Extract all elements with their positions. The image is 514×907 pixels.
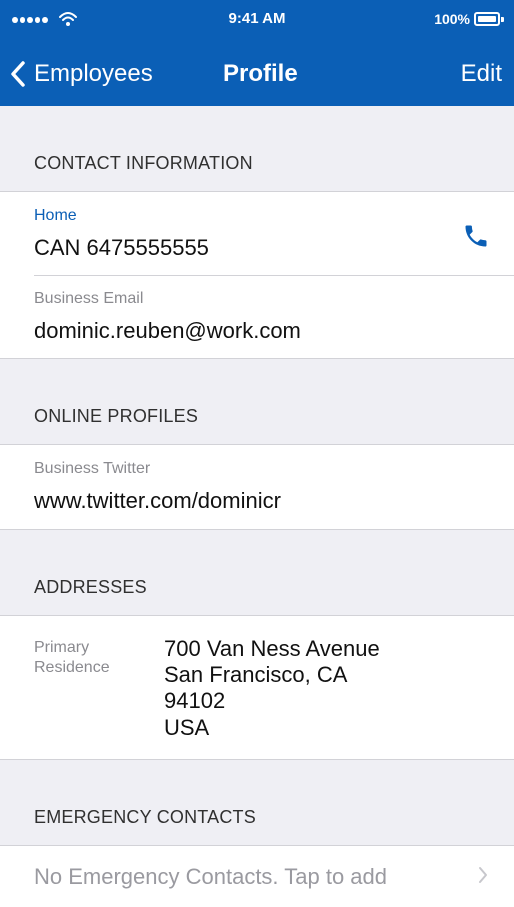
addresses-header: ADDRESSES xyxy=(0,529,514,616)
emergency-contacts-header: EMERGENCY CONTACTS xyxy=(0,760,514,847)
address-line: 700 Van Ness Avenue xyxy=(164,635,380,661)
chevron-right-icon xyxy=(479,867,487,884)
section-title: CONTACT INFORMATION xyxy=(34,153,253,173)
battery-cap xyxy=(501,17,504,22)
primary-residence-label: Primary Residence xyxy=(34,638,164,680)
address-line: 94102 xyxy=(164,688,226,714)
online-profiles-group: Business Twitter www.twitter.com/dominic… xyxy=(0,445,514,530)
navigation-bar: Employees Profile Edit xyxy=(0,40,514,106)
back-button[interactable]: Employees xyxy=(10,58,153,90)
edit-button[interactable]: Edit xyxy=(461,62,502,86)
contact-information-header: CONTACT INFORMATION xyxy=(0,106,514,192)
primary-label-line: Residence xyxy=(34,659,110,677)
home-phone-row[interactable]: Home CAN 6475555555 xyxy=(0,192,514,275)
status-bar: 9:41 AM 100% xyxy=(0,0,514,40)
address-line: USA xyxy=(164,714,210,740)
section-title: EMERGENCY CONTACTS xyxy=(34,807,256,828)
profile-screen: 9:41 AM 100% Employees Profile Edit CONT… xyxy=(0,0,514,907)
primary-residence-row[interactable]: Primary Residence 700 Van Ness Avenue Sa… xyxy=(0,616,514,760)
battery-fill xyxy=(478,16,496,22)
business-email-row[interactable]: Business Email dominic.reuben@work.com xyxy=(0,275,514,358)
battery-percentage: 100% xyxy=(434,11,470,27)
back-chevron-icon xyxy=(11,61,25,87)
call-button[interactable] xyxy=(460,220,492,252)
address-line: San Francisco, CA xyxy=(164,661,348,687)
emergency-contacts-row[interactable]: No Emergency Contacts. Tap to add xyxy=(0,846,514,907)
battery-body xyxy=(474,12,500,26)
top-bar: 9:41 AM 100% Employees Profile Edit xyxy=(0,0,514,106)
contact-information-group: Home CAN 6475555555 Business Email domin… xyxy=(0,192,514,360)
profile-content: CONTACT INFORMATION Home CAN 6475555555 … xyxy=(0,106,514,907)
section-title: ONLINE PROFILES xyxy=(34,406,199,427)
home-phone-value: CAN 6475555555 xyxy=(34,234,209,260)
business-email-label: Business Email xyxy=(34,290,144,308)
page-title: Profile xyxy=(223,60,298,87)
addresses-group: Primary Residence 700 Van Ness Avenue Sa… xyxy=(0,615,514,761)
business-twitter-row[interactable]: Business Twitter www.twitter.com/dominic… xyxy=(0,445,514,528)
business-email-value: dominic.reuben@work.com xyxy=(34,317,301,343)
battery-icon xyxy=(474,12,504,26)
home-label: Home xyxy=(34,207,77,224)
emergency-empty-text: No Emergency Contacts. Tap to add xyxy=(34,864,388,890)
business-twitter-label: Business Twitter xyxy=(34,460,151,478)
primary-label-line: Primary xyxy=(34,638,90,656)
section-title: ADDRESSES xyxy=(34,576,147,597)
business-twitter-value: www.twitter.com/dominicr xyxy=(34,488,281,514)
back-label: Employees xyxy=(34,60,153,87)
phone-icon xyxy=(465,225,487,247)
primary-residence-address: 700 Van Ness Avenue San Francisco, CA 94… xyxy=(164,636,380,742)
online-profiles-header: ONLINE PROFILES xyxy=(0,359,514,446)
